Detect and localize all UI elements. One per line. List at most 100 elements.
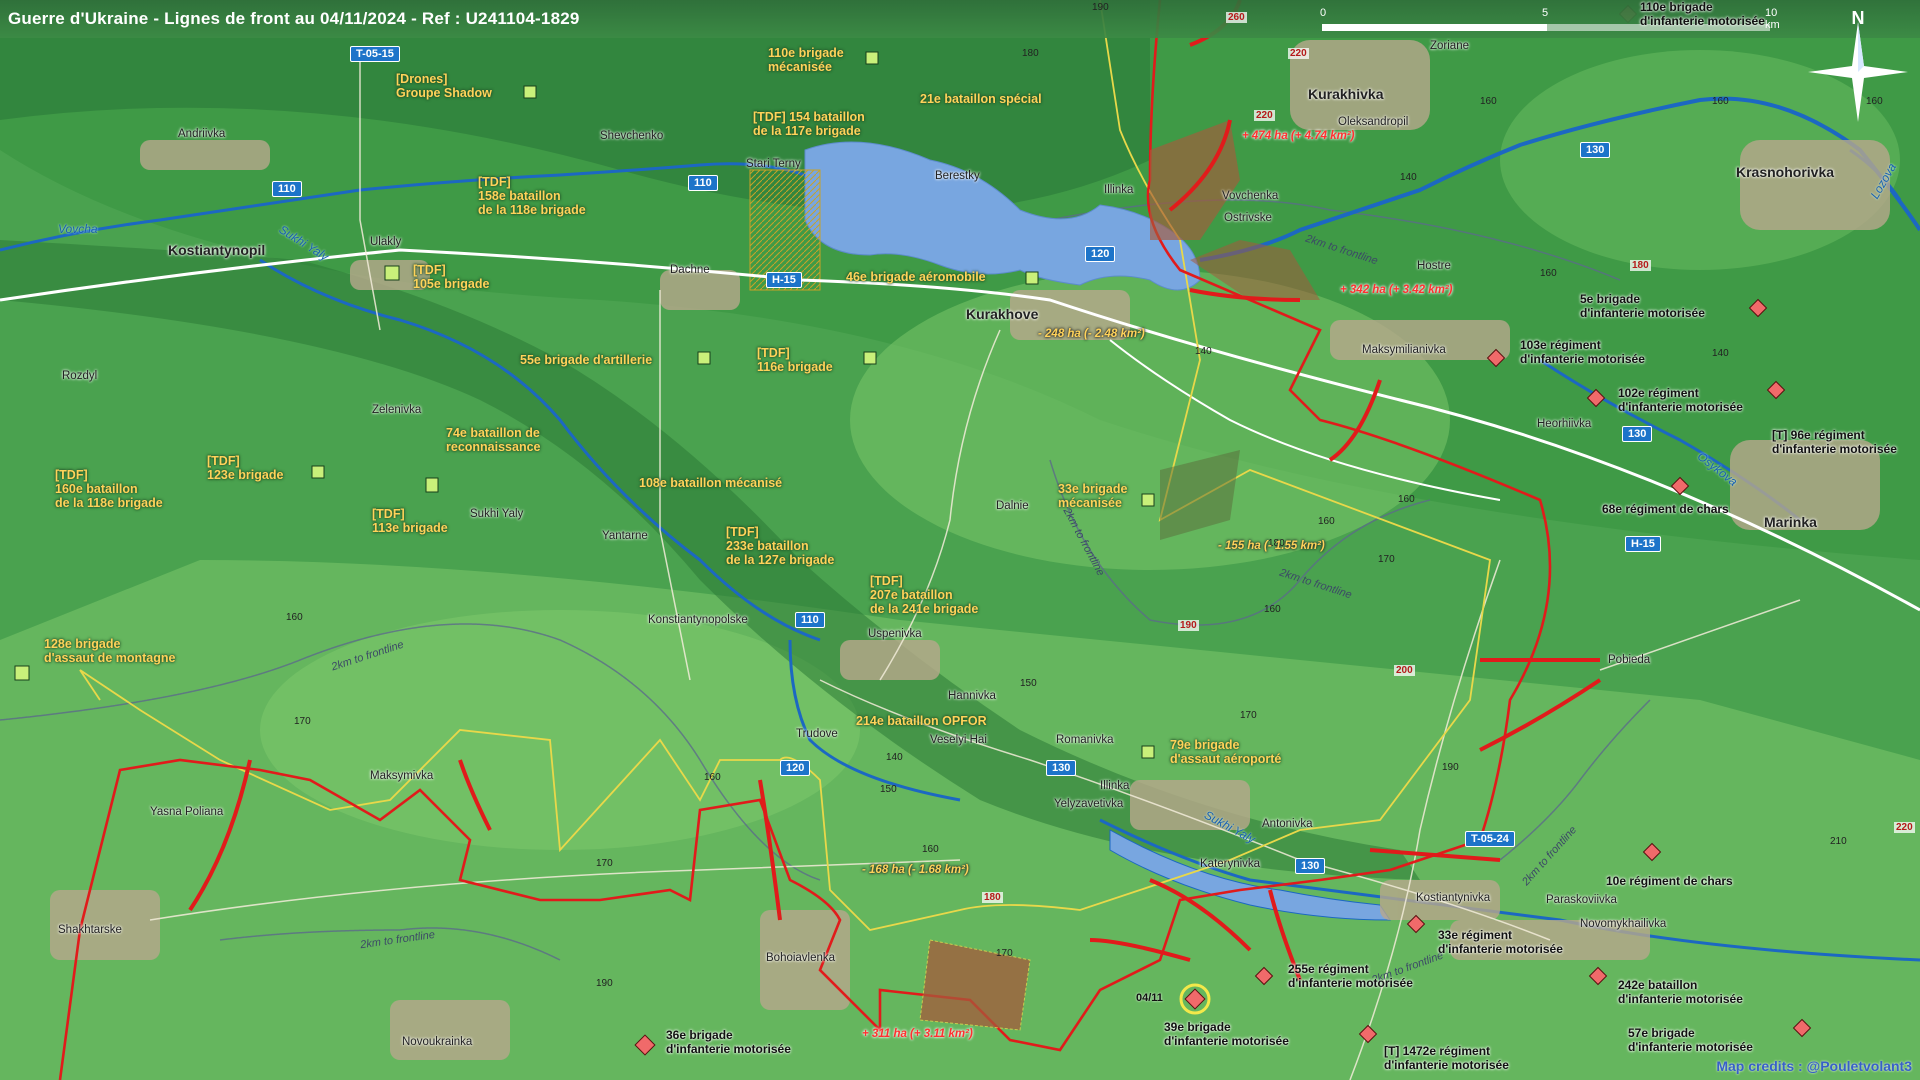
elevation: 160 (1318, 516, 1335, 527)
road-shield: H-15 (1625, 536, 1661, 552)
territory-change-label: + 342 ha (+ 3.42 km²) (1340, 284, 1453, 296)
map-title: Guerre d'Ukraine - Lignes de front au 04… (8, 9, 580, 28)
ukrainian-unit-label: 33e brigade mécanisée (1058, 482, 1128, 510)
road-shield: 120 (780, 760, 811, 776)
unit-105 (384, 265, 400, 281)
ukrainian-unit-label: [TDF] 123e brigade (207, 454, 284, 482)
road-shield: 110 (795, 612, 825, 628)
town-label: Dalnie (996, 500, 1029, 512)
settlement-uspenivka (840, 640, 940, 680)
settlement-krasnohorivka (1740, 140, 1890, 230)
russian-unit-label: 68e régiment de chars (1602, 502, 1729, 516)
town-label: Maksymilianivka (1362, 344, 1446, 356)
elevation: 160 (922, 844, 939, 855)
elevation: 160 (286, 612, 303, 623)
russian-unit-label: 39e brigade d'infanterie motorisée (1164, 1020, 1289, 1048)
elevation: 160 (704, 772, 721, 783)
ukrainian-unit-label: [TDF] 160e bataillon de la 118e brigade (55, 468, 163, 510)
scale-bar-segment-1 (1322, 24, 1547, 31)
road-shield: 130 (1295, 858, 1326, 874)
town-label: Stari Terny (746, 158, 801, 170)
town-label: Oleksandropil (1338, 116, 1409, 128)
map-credits: Map credits : @Pouletvolant3 (1716, 1058, 1912, 1074)
elevation: 170 (1378, 554, 1395, 565)
elevation: 210 (1830, 836, 1847, 847)
ukrainian-unit-label: 128e brigade d'assaut de montagne (44, 637, 176, 665)
elevation: 220 (1894, 822, 1915, 833)
ukrainian-unit-label: 55e brigade d'artillerie (520, 353, 653, 367)
scale-tick-0: 0 (1320, 7, 1327, 19)
elevation: 160 (1264, 604, 1281, 615)
elevation: 140 (886, 752, 903, 763)
town-label: Hannivka (948, 690, 996, 702)
ukrainian-unit-label: [TDF] 113e brigade (372, 507, 448, 535)
town-label: Shakhtarske (58, 924, 122, 936)
elevation: 180 (1022, 48, 1039, 59)
russian-unit-label: 110e brigade d'infanterie motorisée (1640, 0, 1765, 28)
road-shield: 120 (1085, 246, 1116, 262)
town-label: Yelyzavetivka (1054, 798, 1124, 810)
elevation: 190 (1178, 620, 1199, 631)
elevation: 170 (596, 858, 613, 869)
russian-unit-label: 36e brigade d'infanterie motorisée (666, 1028, 791, 1056)
town-label: Novomykhailivka (1580, 918, 1667, 930)
territory-change-label: + 311 ha (+ 3.11 km²) (862, 1028, 973, 1040)
town-label: Antonivka (1262, 818, 1313, 830)
road-shield: 130 (1622, 426, 1653, 442)
elevation: 170 (1240, 710, 1257, 721)
road-shield: H-15 (766, 272, 802, 288)
town-label: Zelenivka (372, 404, 422, 416)
town-label: Illinka (1100, 780, 1130, 792)
unit-123 (311, 465, 325, 479)
settlement-andriivka (140, 140, 270, 170)
town-label: Bohoiavlenka (766, 952, 836, 964)
ukrainian-unit-label: [TDF] 116e brigade (757, 346, 833, 374)
elevation: 160 (1398, 494, 1415, 505)
road-shield: 130 (1046, 760, 1077, 776)
elevation: 220 (1254, 110, 1275, 121)
town-label: Sukhi Yaly (470, 508, 524, 520)
compass-star-icon (1808, 22, 1908, 122)
unit-shadow (523, 85, 537, 99)
town-label: Berestky (935, 170, 980, 182)
russian-unit-label: [T] 96e régiment d'infanterie motorisée (1772, 428, 1897, 456)
town-label: Illinka (1104, 184, 1134, 196)
elevation: 220 (1288, 48, 1309, 59)
ukrainian-unit-label: [TDF] 154 bataillon de la 117e brigade (753, 110, 865, 138)
town-label: Paraskoviivka (1546, 894, 1617, 906)
ukrainian-unit-label: 46e brigade aéromobile (846, 270, 986, 284)
unit-110-mech (865, 51, 879, 65)
settlement-dachne (660, 270, 740, 310)
territory-change-label: - 155 ha (- 1.55 km²) (1218, 540, 1325, 552)
road-shield: T-05-24 (1465, 831, 1515, 847)
unit-116 (863, 351, 877, 365)
town-label: Shevchenko (600, 130, 664, 142)
ukrainian-unit-label: [TDF] 105e brigade (413, 263, 490, 291)
town-label: Kostiantynivka (1416, 892, 1491, 904)
ukrainian-unit-label: 21e bataillon spécial (920, 92, 1042, 106)
town-label: Kurakhove (966, 306, 1039, 322)
unit-46-air (1025, 271, 1039, 285)
town-label: Zoriane (1430, 40, 1469, 52)
russian-unit-label: 255e régiment d'infanterie motorisée (1288, 962, 1413, 990)
elevation: 190 (596, 978, 613, 989)
elevation: 170 (996, 948, 1013, 959)
road-shield: T-05-15 (350, 46, 400, 62)
territory-change-label: - 168 ha (- 1.68 km²) (862, 864, 969, 876)
town-label: Krasnohorivka (1736, 164, 1835, 180)
russian-unit-label: 10e régiment de chars (1606, 874, 1733, 888)
russian-unit-label: [T] 1472e régiment d'infanterie motorisé… (1384, 1044, 1509, 1072)
town-label: Yasna Poliana (150, 806, 224, 818)
town-label: Novoukrainka (402, 1036, 473, 1048)
elevation: 170 (294, 716, 311, 727)
elevation: 260 (1226, 12, 1247, 23)
town-label: Andriivka (178, 128, 226, 140)
town-label: Kurakhivka (1308, 86, 1384, 102)
town-label: Vovchenka (1222, 190, 1279, 202)
town-label: Maksymivka (370, 770, 434, 782)
elevation: 160 (1540, 268, 1557, 279)
town-label: Marinka (1764, 514, 1817, 530)
elevation: 180 (1630, 260, 1651, 271)
unit-113 (425, 477, 439, 493)
road-shield: 110 (272, 181, 302, 197)
